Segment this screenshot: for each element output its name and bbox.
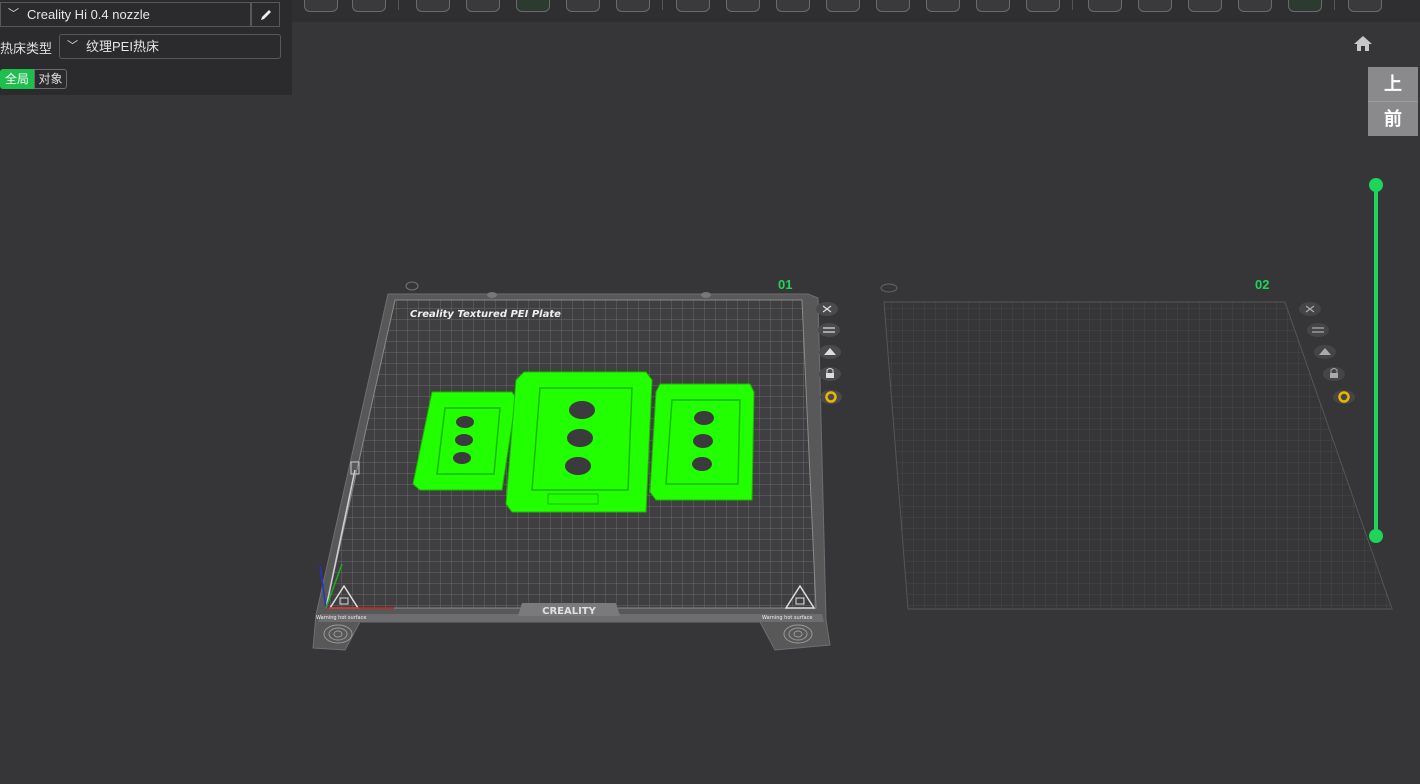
model-part-center[interactable] bbox=[505, 371, 653, 513]
brand-logo-text: CREALITY bbox=[542, 606, 597, 617]
plate-title-text: Creality Textured PEI Plate bbox=[410, 309, 561, 320]
plate-number-1: 01 bbox=[778, 277, 792, 292]
warning-text-right: Warning hot surface bbox=[762, 615, 812, 621]
orient-icon[interactable] bbox=[819, 345, 841, 359]
plate-number-2: 02 bbox=[1255, 277, 1269, 292]
lock-icon[interactable] bbox=[819, 367, 841, 381]
settings-gear-icon[interactable] bbox=[820, 390, 842, 404]
settings-gear-icon[interactable] bbox=[1333, 390, 1355, 404]
arrange-icon[interactable] bbox=[818, 323, 840, 337]
plate-edit-icon[interactable] bbox=[880, 283, 898, 293]
arrange-icon[interactable] bbox=[1307, 323, 1329, 337]
model-part-right[interactable] bbox=[649, 383, 755, 501]
orient-icon[interactable] bbox=[1314, 345, 1336, 359]
lock-icon[interactable] bbox=[1323, 367, 1345, 381]
build-scene: Creality Textured PEI Plate CREALITY War… bbox=[312, 277, 1393, 651]
close-icon[interactable] bbox=[816, 302, 838, 316]
warning-text-left: Warning hot surface bbox=[316, 615, 366, 621]
close-icon[interactable] bbox=[1299, 302, 1321, 316]
plate-edit-icon[interactable] bbox=[405, 281, 419, 291]
